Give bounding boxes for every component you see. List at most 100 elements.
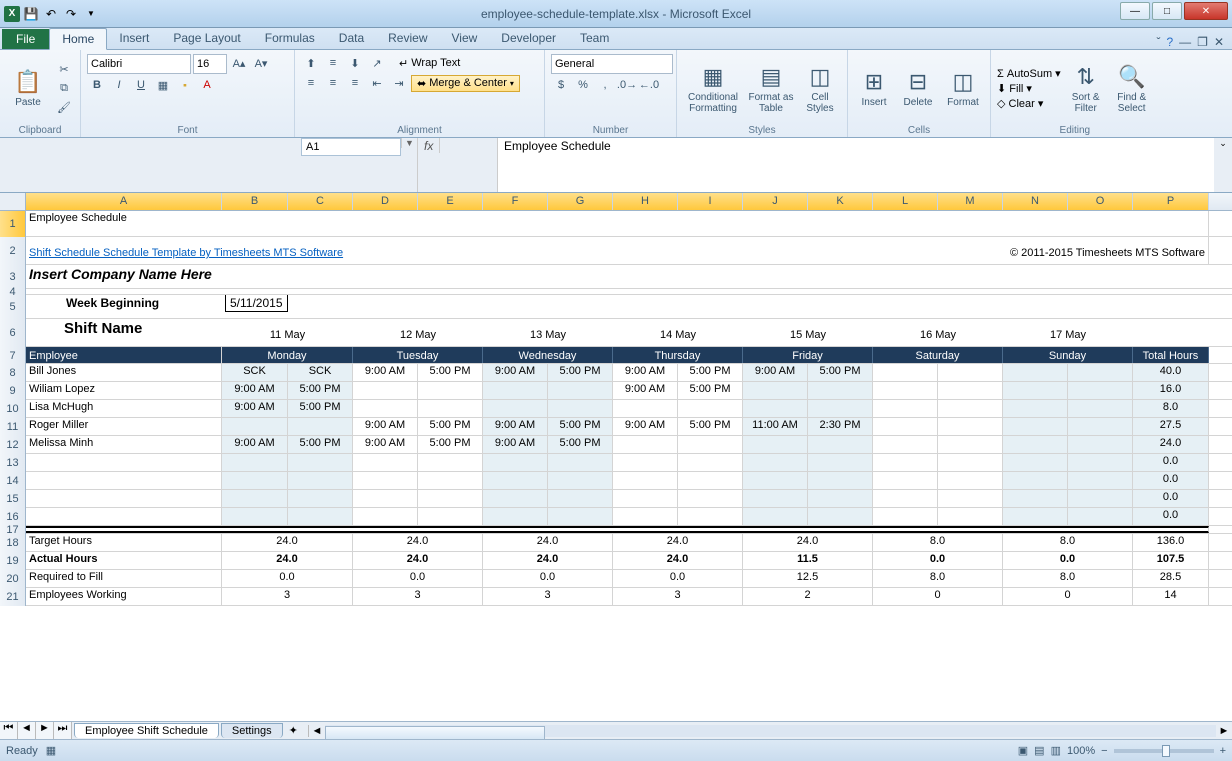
shift-cell[interactable] <box>1003 472 1068 489</box>
align-left-icon[interactable]: ≡ <box>301 74 321 92</box>
summary-value[interactable]: 3 <box>222 588 353 605</box>
template-link[interactable]: Shift Schedule Schedule Template by Time… <box>26 237 808 264</box>
shift-cell[interactable]: 9:00 AM <box>353 436 418 453</box>
formula-input[interactable]: Employee Schedule <box>498 138 1214 192</box>
shift-cell[interactable] <box>1003 490 1068 507</box>
view-normal-icon[interactable]: ▣ <box>1018 744 1028 757</box>
shift-cell[interactable] <box>613 454 678 471</box>
shift-cell[interactable]: 5:00 PM <box>288 436 353 453</box>
shift-cell[interactable] <box>483 490 548 507</box>
shift-cell[interactable] <box>938 508 1003 525</box>
shift-cell[interactable] <box>808 472 873 489</box>
shift-cell[interactable] <box>808 508 873 525</box>
doc-restore-icon[interactable]: ❐ <box>1197 35 1208 49</box>
indent-dec-icon[interactable]: ⇤ <box>367 74 387 92</box>
merge-center-button[interactable]: ⬌Merge & Center▾ <box>411 75 520 92</box>
summary-value[interactable]: 0.0 <box>1003 552 1133 569</box>
row-header[interactable]: 15 <box>0 490 26 508</box>
shift-cell[interactable] <box>873 472 938 489</box>
row-header[interactable]: 20 <box>0 570 26 588</box>
shift-cell[interactable] <box>222 472 288 489</box>
shift-cell[interactable]: 9:00 AM <box>483 436 548 453</box>
shift-cell[interactable] <box>1068 400 1133 417</box>
row-header[interactable]: 18 <box>0 534 26 552</box>
number-format-combo[interactable] <box>551 54 673 74</box>
shift-cell[interactable] <box>418 508 483 525</box>
italic-button[interactable]: I <box>109 76 129 94</box>
shift-cell[interactable] <box>222 454 288 471</box>
summary-value[interactable]: 0.0 <box>873 552 1003 569</box>
col-header-O[interactable]: O <box>1068 193 1133 210</box>
shift-cell[interactable] <box>678 472 743 489</box>
clear-button[interactable]: ◇ Clear ▾ <box>997 97 1061 110</box>
orientation-icon[interactable]: ↗ <box>367 54 387 72</box>
font-color-icon[interactable]: A <box>197 76 217 94</box>
shift-cell[interactable] <box>1003 364 1068 381</box>
name-box[interactable] <box>301 138 401 156</box>
shift-cell[interactable]: 9:00 AM <box>613 418 678 435</box>
doc-minimize-icon[interactable]: — <box>1179 35 1191 49</box>
shift-cell[interactable]: 5:00 PM <box>418 364 483 381</box>
shift-cell[interactable] <box>1068 508 1133 525</box>
col-header-H[interactable]: H <box>613 193 678 210</box>
col-header-C[interactable]: C <box>288 193 353 210</box>
col-header-E[interactable]: E <box>418 193 483 210</box>
sheet-first-icon[interactable]: ⏮ <box>0 722 18 739</box>
row-header[interactable]: 11 <box>0 418 26 436</box>
col-header-F[interactable]: F <box>483 193 548 210</box>
summary-value[interactable]: 12.5 <box>743 570 873 587</box>
shift-cell[interactable] <box>1068 472 1133 489</box>
summary-total[interactable]: 136.0 <box>1133 534 1209 551</box>
shift-cell[interactable] <box>222 418 288 435</box>
row-header[interactable]: 9 <box>0 382 26 400</box>
shift-cell[interactable] <box>873 382 938 399</box>
shift-cell[interactable] <box>483 508 548 525</box>
shift-cell[interactable] <box>353 490 418 507</box>
shift-cell[interactable]: 5:00 PM <box>678 364 743 381</box>
total-cell[interactable]: 0.0 <box>1133 454 1209 471</box>
shrink-font-icon[interactable]: A▾ <box>251 54 271 72</box>
underline-button[interactable]: U <box>131 76 151 94</box>
format-painter-icon[interactable]: 🖌 <box>54 99 74 117</box>
shift-cell[interactable] <box>1068 454 1133 471</box>
zoom-thumb[interactable] <box>1162 745 1170 757</box>
shift-cell[interactable] <box>743 454 808 471</box>
insert-cells-button[interactable]: ⊞Insert <box>854 56 894 122</box>
summary-value[interactable]: 8.0 <box>1003 534 1133 551</box>
row-header[interactable]: 10 <box>0 400 26 418</box>
summary-value[interactable]: 24.0 <box>222 534 353 551</box>
col-header-G[interactable]: G <box>548 193 613 210</box>
summary-total[interactable]: 28.5 <box>1133 570 1209 587</box>
shift-cell[interactable]: SCK <box>222 364 288 381</box>
row-header[interactable]: 13 <box>0 454 26 472</box>
hscroll-track[interactable] <box>325 725 1216 737</box>
shift-cell[interactable] <box>938 436 1003 453</box>
redo-icon[interactable]: ↷ <box>62 5 80 23</box>
shift-cell[interactable] <box>808 382 873 399</box>
zoom-out-icon[interactable]: − <box>1101 745 1107 757</box>
shift-cell[interactable] <box>483 454 548 471</box>
row-header[interactable]: 1 <box>0 211 26 237</box>
view-break-icon[interactable]: ▥ <box>1051 744 1061 757</box>
copy-icon[interactable]: ⧉ <box>54 80 74 98</box>
total-cell[interactable]: 24.0 <box>1133 436 1209 453</box>
shift-cell[interactable] <box>1068 436 1133 453</box>
shift-cell[interactable] <box>743 508 808 525</box>
select-all-corner[interactable] <box>0 193 26 210</box>
col-header-N[interactable]: N <box>1003 193 1068 210</box>
shift-cell[interactable] <box>873 490 938 507</box>
wrap-text-button[interactable]: ↵Wrap Text <box>399 57 460 70</box>
col-header-B[interactable]: B <box>222 193 288 210</box>
shift-cell[interactable] <box>548 508 613 525</box>
shift-cell[interactable] <box>743 436 808 453</box>
shift-cell[interactable] <box>678 508 743 525</box>
total-cell[interactable]: 16.0 <box>1133 382 1209 399</box>
shift-cell[interactable] <box>222 490 288 507</box>
total-cell[interactable]: 0.0 <box>1133 490 1209 507</box>
col-header-M[interactable]: M <box>938 193 1003 210</box>
employee-name-cell[interactable]: Lisa McHugh <box>26 400 222 417</box>
shift-cell[interactable] <box>808 454 873 471</box>
shift-cell[interactable] <box>1068 364 1133 381</box>
shift-cell[interactable] <box>483 400 548 417</box>
shift-cell[interactable] <box>743 400 808 417</box>
